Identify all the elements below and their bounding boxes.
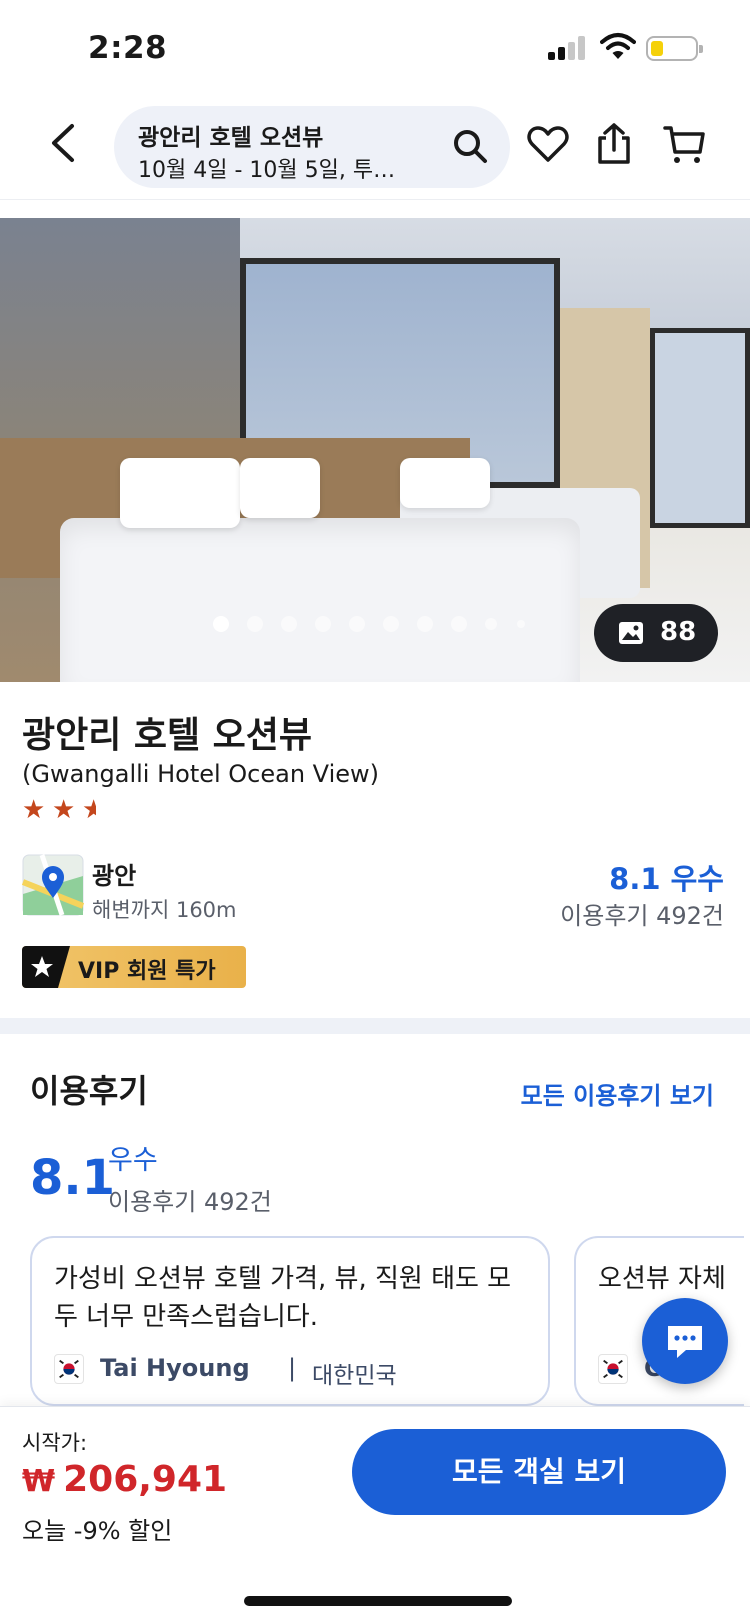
review-score-link[interactable]: 8.1 우수 (609, 856, 724, 898)
review-count: 이용후기 492건 (108, 1188, 272, 1216)
gallery-dot (349, 616, 365, 632)
vip-deal-badge: VIP 회원 특가 (22, 946, 246, 988)
gallery-dot (213, 616, 229, 632)
gallery-dot (417, 616, 433, 632)
korea-flag-icon (54, 1354, 84, 1384)
hotel-name-english: (Gwangalli Hotel Ocean View) (22, 760, 379, 788)
status-time: 2:28 (88, 30, 168, 66)
gallery-dot (383, 616, 399, 632)
discount-text: 오늘 -9% 할인 (22, 1517, 173, 1545)
cellular-signal-icon (548, 36, 586, 60)
price-label: 시작가: (22, 1431, 88, 1455)
gallery-dot (517, 620, 525, 628)
photo-count: 88 (660, 617, 697, 647)
gallery-dot (485, 618, 497, 630)
chat-button[interactable] (642, 1298, 728, 1384)
review-count[interactable]: 이용후기 492건 (560, 896, 724, 931)
search-summary-bar[interactable]: 광안리 호텔 오션뷰 10월 4일 - 10월 5일, 투… (114, 106, 510, 188)
review-text: 오션뷰 자체 (598, 1264, 726, 1294)
gallery-dot (247, 616, 263, 632)
status-bar: 2:28 (0, 0, 750, 96)
price-value: 206,941 (63, 1459, 228, 1500)
review-author: Tai Hyoung (100, 1354, 250, 1382)
vip-badge-label: VIP 회원 특가 (78, 959, 216, 984)
wifi-icon (600, 33, 636, 59)
korea-flag-icon (598, 1354, 628, 1384)
separator: | (288, 1354, 297, 1382)
see-all-reviews-link[interactable]: 모든 이용후기 보기 (521, 1076, 714, 1111)
battery-icon (646, 36, 703, 61)
review-card[interactable]: 가성비 오션뷰 호텔 가격, 뷰, 직원 태도 모두 너무 만족스럽습니다. T… (30, 1236, 550, 1406)
star-icon: ★ (52, 795, 76, 825)
home-indicator (244, 1596, 512, 1606)
heart-icon[interactable] (526, 122, 570, 166)
image-icon (619, 622, 643, 644)
cart-icon[interactable] (662, 122, 706, 166)
search-dates: 10월 4일 - 10월 5일, 투… (138, 158, 396, 183)
star-icon: ★ (22, 795, 46, 825)
search-title: 광안리 호텔 오션뷰 (138, 125, 324, 151)
gallery-dot (315, 616, 331, 632)
gallery-dot (451, 616, 467, 632)
area-name: 광안 (92, 862, 137, 890)
reviews-heading: 이용후기 (30, 1072, 148, 1110)
beach-distance: 해변까지 160m (92, 898, 237, 922)
map-icon[interactable] (22, 854, 84, 916)
back-arrow-icon[interactable] (44, 118, 84, 168)
top-navigation-bar: 광안리 호텔 오션뷰 10월 4일 - 10월 5일, 투… (0, 96, 750, 200)
half-star-icon: ★ (82, 796, 96, 824)
booking-bar: 시작가: ₩206,941 오늘 -9% 할인 모든 객실 보기 (0, 1406, 750, 1623)
photo-count-button[interactable]: 88 (594, 604, 718, 662)
review-score: 8.1 (30, 1150, 116, 1206)
currency-symbol: ₩ (22, 1464, 56, 1499)
price: ₩206,941 (22, 1459, 227, 1500)
search-icon[interactable] (452, 128, 488, 164)
view-all-rooms-button[interactable]: 모든 객실 보기 (352, 1429, 726, 1515)
chat-bubble-icon (668, 1326, 702, 1358)
section-divider (0, 1018, 750, 1034)
gallery-dot (281, 616, 297, 632)
star-icon (31, 956, 53, 977)
review-text: 가성비 오션뷰 호텔 가격, 뷰, 직원 태도 모두 너무 만족스럽습니다. (54, 1264, 512, 1332)
share-icon[interactable] (592, 122, 636, 166)
review-grade: 우수 (108, 1145, 158, 1176)
hotel-name: 광안리 호텔 오션뷰 (22, 715, 313, 756)
review-country: 대한민국 (312, 1363, 397, 1389)
